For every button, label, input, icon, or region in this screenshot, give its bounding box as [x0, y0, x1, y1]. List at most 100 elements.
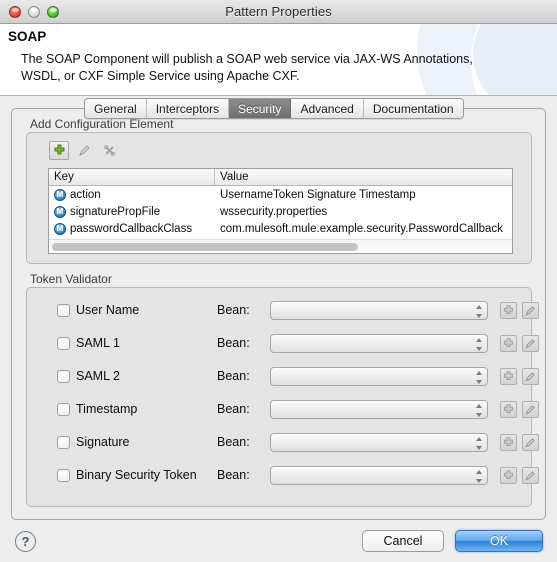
token-validator-row: SAML 1 Bean:	[27, 332, 539, 354]
stepper-down-icon[interactable]	[475, 346, 482, 351]
cell-value: wssecurity.properties	[220, 205, 328, 218]
bean-combobox-signature[interactable]	[270, 432, 488, 452]
checkbox-signature[interactable]	[57, 435, 70, 449]
pencil-icon	[525, 305, 535, 315]
table-row[interactable]: MsignaturePropFile wssecurity.properties	[49, 203, 512, 220]
stepper-up-icon[interactable]	[475, 370, 482, 375]
bean-label: Bean:	[217, 303, 250, 317]
token-validator-group-box: User Name Bean: SAML 1 Bean: SAML 2 Bean: Time…	[26, 287, 539, 507]
stepper-arrows-icon[interactable]	[475, 304, 482, 318]
stepper-down-icon[interactable]	[475, 478, 482, 483]
stepper-arrows-icon[interactable]	[475, 469, 482, 483]
table-row[interactable]: Maction UsernameToken Signature Timestamp	[49, 186, 512, 203]
window-title: Pattern Properties	[225, 4, 332, 19]
delete-x-icon	[103, 145, 115, 156]
cell-key: Maction	[49, 188, 215, 201]
stepper-up-icon[interactable]	[475, 403, 482, 408]
scrollbar-thumb[interactable]	[52, 243, 358, 251]
stepper-up-icon[interactable]	[475, 304, 482, 309]
cell-key-label: passwordCallbackClass	[70, 222, 193, 235]
token-validator-row: Binary Security Token Bean:	[27, 464, 539, 486]
stepper-arrows-icon[interactable]	[475, 403, 482, 417]
security-tab-panel: Add Configuration Element Key Value M ac…	[11, 108, 546, 520]
add-bean-button[interactable]	[500, 301, 517, 319]
pencil-icon	[525, 437, 535, 447]
bean-label: Bean:	[217, 369, 250, 383]
config-group-label: Add Configuration Element	[30, 117, 174, 131]
checkbox-binary-security-token[interactable]	[57, 468, 70, 482]
checkbox-saml-2[interactable]	[57, 369, 70, 383]
tab-bar: General Interceptors Security Advanced Docum…	[84, 98, 464, 119]
stepper-arrows-icon[interactable]	[475, 337, 482, 351]
checkbox-label: SAML 1	[76, 336, 121, 350]
checkbox-timestamp[interactable]	[57, 402, 70, 416]
token-validator-row: User Name Bean:	[27, 299, 539, 321]
edit-bean-button[interactable]	[522, 466, 539, 484]
stepper-down-icon[interactable]	[475, 313, 482, 318]
window-titlebar: Pattern Properties	[0, 0, 557, 24]
page-description: The SOAP Component will publish a SOAP w…	[21, 52, 473, 83]
tab-documentation[interactable]: Documentation	[363, 99, 463, 118]
checkbox-label: Timestamp	[76, 402, 138, 416]
checkbox-saml-1[interactable]	[57, 336, 70, 350]
stepper-down-icon[interactable]	[475, 412, 482, 417]
cancel-button[interactable]: Cancel	[362, 530, 444, 552]
table-horizontal-scrollbar[interactable]	[49, 239, 512, 253]
configuration-element-table[interactable]: Key Value Maction UsernameToken Signature…	[48, 168, 513, 254]
add-bean-button[interactable]	[500, 433, 517, 451]
stepper-arrows-icon[interactable]	[475, 370, 482, 384]
checkbox-label: SAML 2	[76, 369, 121, 383]
bean-combobox-binary-security-token[interactable]	[270, 465, 488, 485]
stepper-up-icon[interactable]	[475, 436, 482, 441]
edit-bean-button[interactable]	[522, 400, 539, 418]
stepper-arrows-icon[interactable]	[475, 436, 482, 450]
dialog-header: SOAP The SOAP Component will publish a S…	[0, 24, 557, 96]
edit-bean-button[interactable]	[522, 334, 539, 352]
plus-icon	[54, 144, 64, 155]
add-bean-button[interactable]	[500, 400, 517, 418]
add-bean-button[interactable]	[500, 466, 517, 484]
column-header-key[interactable]: Key	[49, 169, 215, 185]
tab-general[interactable]: General	[85, 99, 147, 118]
token-validator-row: SAML 2 Bean:	[27, 365, 539, 387]
delete-configuration-element-button[interactable]	[99, 141, 119, 160]
mule-icon: M	[54, 222, 66, 235]
add-bean-button[interactable]	[500, 367, 517, 385]
checkbox-label: Signature	[76, 435, 130, 449]
plus-icon	[504, 403, 513, 413]
stepper-down-icon[interactable]	[475, 445, 482, 450]
token-validator-row: Signature Bean:	[27, 431, 539, 453]
bean-combobox-saml-2[interactable]	[270, 366, 488, 386]
bean-label: Bean:	[217, 435, 250, 449]
pencil-icon	[525, 470, 535, 480]
tab-interceptors[interactable]: Interceptors	[146, 99, 230, 118]
bean-label: Bean:	[217, 468, 250, 482]
edit-configuration-element-button[interactable]	[74, 141, 94, 160]
ok-button[interactable]: OK	[455, 530, 543, 552]
stepper-down-icon[interactable]	[475, 379, 482, 384]
bean-label: Bean:	[217, 402, 250, 416]
stepper-up-icon[interactable]	[475, 469, 482, 474]
edit-bean-button[interactable]	[522, 433, 539, 451]
checkbox-user-name[interactable]	[57, 303, 70, 317]
tab-security[interactable]: Security	[229, 99, 292, 118]
add-bean-button[interactable]	[500, 334, 517, 352]
cell-key: MsignaturePropFile	[49, 205, 215, 218]
table-body: Maction UsernameToken Signature Timestamp…	[49, 186, 512, 237]
cell-key-label: signaturePropFile	[70, 205, 161, 218]
pencil-icon	[525, 371, 535, 381]
tab-advanced[interactable]: Advanced	[291, 99, 364, 118]
checkbox-label: Binary Security Token	[76, 468, 197, 482]
edit-bean-button[interactable]	[522, 301, 539, 319]
mule-icon: M	[54, 188, 66, 201]
plus-icon	[504, 304, 513, 314]
help-button[interactable]: ?	[15, 531, 36, 552]
table-row[interactable]: MpasswordCallbackClass com.mulesoft.mule.…	[49, 220, 512, 237]
edit-bean-button[interactable]	[522, 367, 539, 385]
column-header-value[interactable]: Value	[215, 169, 512, 185]
add-configuration-element-button[interactable]	[49, 141, 69, 160]
stepper-up-icon[interactable]	[475, 337, 482, 342]
bean-combobox-saml-1[interactable]	[270, 333, 488, 353]
bean-combobox-timestamp[interactable]	[270, 399, 488, 419]
bean-combobox-user-name[interactable]	[270, 300, 488, 320]
